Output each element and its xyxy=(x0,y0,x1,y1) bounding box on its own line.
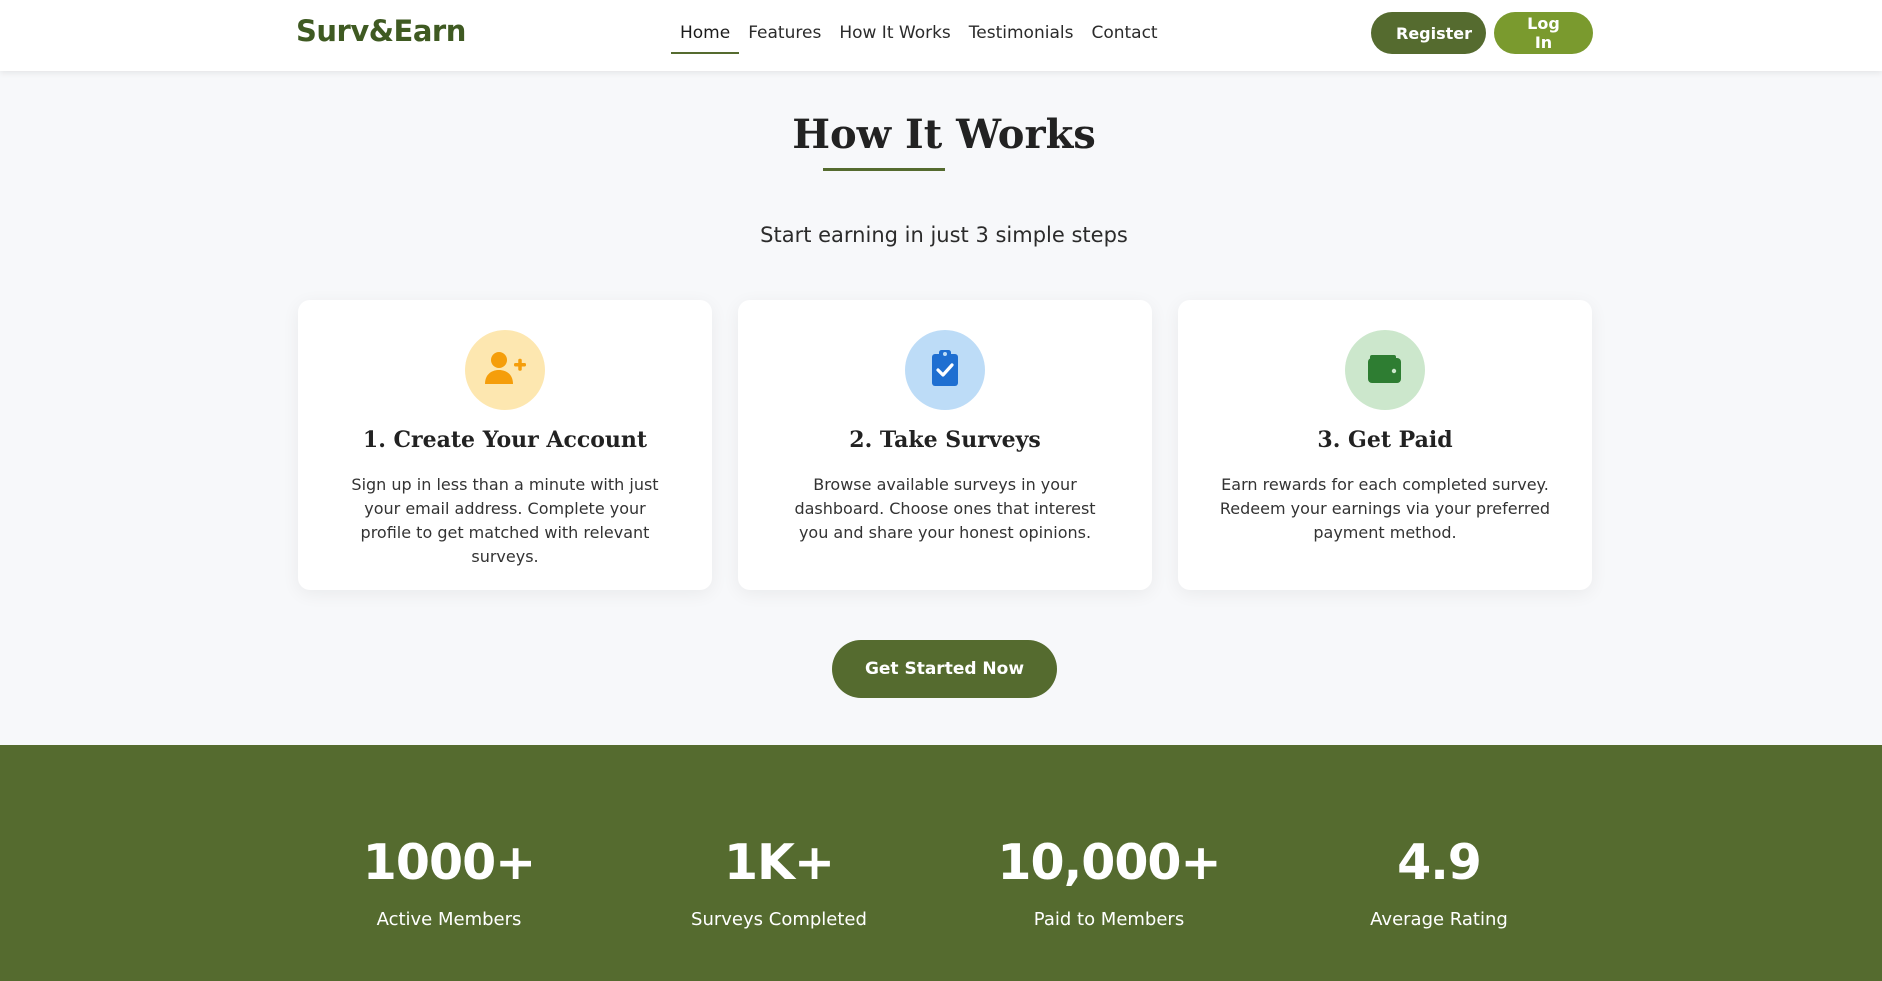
section-title: How It Works xyxy=(792,111,1096,158)
login-button[interactable]: Log In xyxy=(1494,12,1593,54)
nav-actions: Register Log In xyxy=(1371,12,1593,54)
step-title: 1. Create Your Account xyxy=(362,427,648,453)
navbar: Surv&Earn Home Features How It Works Tes… xyxy=(0,0,1882,71)
step-title: 3. Get Paid xyxy=(1317,427,1453,453)
section-subtitle: Start earning in just 3 simple steps xyxy=(760,223,1128,247)
step-card-get-paid: 3. Get Paid Earn rewards for each comple… xyxy=(1178,300,1592,590)
step-description: Browse available surveys in your dashboa… xyxy=(794,475,1096,542)
step-card-create-account: 1. Create Your Account Sign up in less t… xyxy=(298,300,712,590)
step-description: Earn rewards for each completed survey. … xyxy=(1219,475,1551,542)
step-card-take-surveys: 2. Take Surveys Browse available surveys… xyxy=(738,300,1152,590)
step-icon-circle xyxy=(1345,330,1425,410)
brand-logo[interactable]: Surv&Earn xyxy=(296,14,466,48)
stat-label: Surveys Completed xyxy=(691,909,867,930)
title-underline xyxy=(823,168,945,171)
nav-link-features[interactable]: Features xyxy=(739,0,830,71)
stat-label: Paid to Members xyxy=(1033,909,1185,930)
nav-link-testimonials[interactable]: Testimonials xyxy=(960,0,1083,71)
get-started-button[interactable]: Get Started Now xyxy=(832,640,1057,698)
stat-label: Active Members xyxy=(376,909,522,930)
stat-value: 1000+ xyxy=(362,834,536,891)
wallet-icon xyxy=(1367,352,1403,389)
stat-value: 10,000+ xyxy=(997,834,1221,891)
step-title: 2. Take Surveys xyxy=(849,427,1041,453)
user-plus-icon xyxy=(483,348,527,393)
stats-section: 1000+ Active Members 1K+ Surveys Complet… xyxy=(0,745,1882,981)
stat-value: 4.9 xyxy=(1397,834,1482,891)
nav-link-home[interactable]: Home xyxy=(671,0,740,71)
nav-link-contact[interactable]: Contact xyxy=(1082,0,1166,71)
stat-value: 1K+ xyxy=(723,834,835,891)
step-icon-circle xyxy=(465,330,545,410)
step-icon-circle xyxy=(905,330,985,410)
register-button[interactable]: Register xyxy=(1371,12,1486,54)
nav-links: Home Features How It Works Testimonials … xyxy=(671,0,1167,71)
clipboard-check-icon xyxy=(930,349,960,392)
step-description: Sign up in less than a minute with just … xyxy=(351,475,659,566)
nav-link-how-it-works[interactable]: How It Works xyxy=(830,0,959,71)
stat-label: Average Rating xyxy=(1370,909,1508,930)
steps-cards: 1. Create Your Account Sign up in less t… xyxy=(298,300,1592,590)
